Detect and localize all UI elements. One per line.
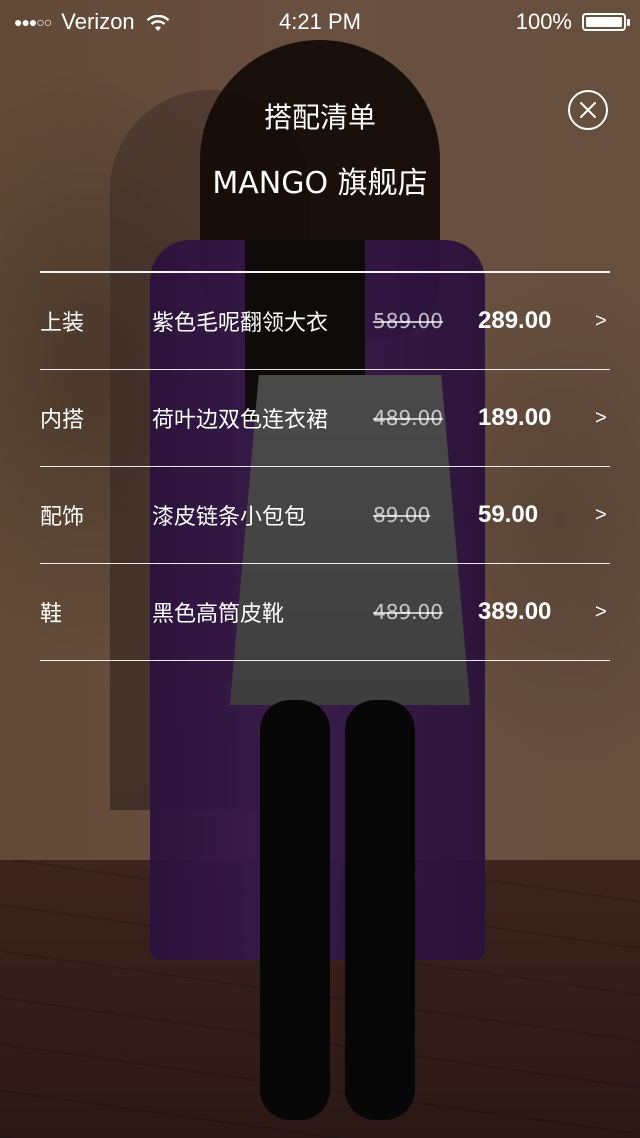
item-name: 紫色毛呢翻领大衣 (152, 311, 329, 336)
list-item[interactable]: 上装 紫色毛呢翻领大衣 589.00 289.00 > (40, 273, 610, 370)
item-price: 289.00 (478, 307, 552, 334)
battery-level-fill (586, 17, 622, 27)
chevron-right-icon[interactable]: > (595, 370, 607, 466)
status-bar: ●●●○○ Verizon 4:21 PM 100% (0, 0, 640, 40)
item-original-price: 489.00 (373, 600, 443, 624)
chevron-right-icon[interactable]: > (595, 564, 607, 660)
item-name: 荷叶边双色连衣裙 (152, 408, 329, 433)
list-item[interactable]: 配饰 漆皮链条小包包 89.00 59.00 > (40, 467, 610, 564)
page-title: 搭配清单 (263, 101, 376, 134)
item-price: 389.00 (478, 598, 552, 625)
list-item[interactable]: 内搭 荷叶边双色连衣裙 489.00 189.00 > (40, 370, 610, 467)
store-name[interactable]: MANGO 旗舰店 (0, 158, 640, 202)
item-category: 上装 (40, 311, 85, 336)
close-icon (580, 102, 596, 118)
item-price: 59.00 (478, 501, 539, 528)
chevron-right-icon[interactable]: > (595, 467, 607, 563)
battery-icon (582, 13, 630, 31)
chevron-right-icon[interactable]: > (595, 273, 607, 369)
item-original-price: 89.00 (373, 503, 431, 527)
close-button[interactable] (568, 90, 608, 130)
item-name: 黑色高筒皮靴 (152, 602, 285, 627)
battery-group: 100% (515, 9, 630, 35)
list-item[interactable]: 鞋 黑色高筒皮靴 489.00 389.00 > (40, 564, 610, 661)
item-category: 配饰 (40, 505, 85, 530)
item-category: 鞋 (40, 602, 63, 627)
item-name: 漆皮链条小包包 (152, 505, 307, 530)
item-price: 189.00 (478, 404, 552, 431)
item-original-price: 589.00 (373, 309, 443, 333)
item-category: 内搭 (40, 408, 85, 433)
outfit-list: 上装 紫色毛呢翻领大衣 589.00 289.00 > 内搭 荷叶边双色连衣裙 … (40, 271, 610, 661)
item-original-price: 489.00 (373, 406, 443, 430)
battery-percent: 100% (515, 9, 572, 34)
